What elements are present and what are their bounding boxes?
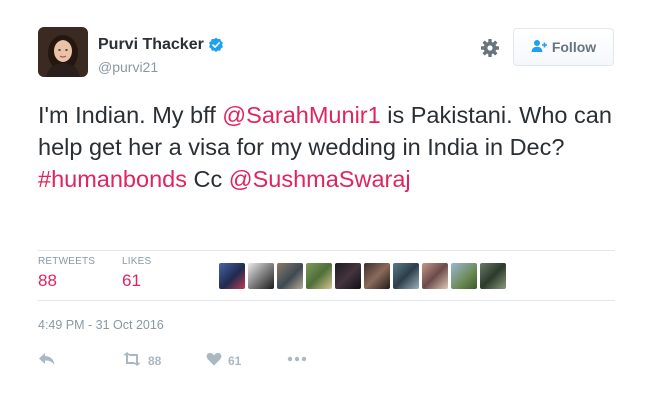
timestamp[interactable]: 4:49 PM - 31 Oct 2016 [38,318,164,332]
reply-button[interactable] [38,352,56,369]
retweet-count: 88 [148,353,162,368]
hashtag-link[interactable]: #humanbonds [38,166,187,192]
tweet-text-part: Cc [186,166,229,192]
liker-avatar[interactable] [480,263,506,289]
likes-label: LIKES [122,256,152,267]
liker-avatar[interactable] [393,263,419,289]
liker-avatar[interactable] [219,263,245,289]
reply-icon [38,352,56,369]
verified-badge-icon [208,37,224,53]
retweet-button[interactable]: 88 [122,352,161,369]
user-handle[interactable]: @purvi21 [98,59,158,75]
like-count: 61 [228,353,242,368]
mention-link[interactable]: @SarahMunir1 [222,102,380,128]
gear-icon[interactable] [480,38,500,58]
user-name[interactable]: Purvi Thacker [98,36,224,54]
heart-icon [206,352,222,369]
follow-button[interactable]: Follow [513,28,614,66]
tweet-text-part: I'm Indian. My bff [38,102,223,128]
divider [38,250,615,251]
tweet-card: Purvi Thacker @purvi21 Follow I'm Indian… [0,0,647,404]
liker-avatar[interactable] [306,263,332,289]
like-button[interactable]: 61 [206,352,241,369]
retweets-count: 88 [38,271,57,290]
more-icon [287,352,307,369]
follow-label: Follow [551,39,597,55]
liker-avatar[interactable] [277,263,303,289]
retweet-icon [122,352,142,369]
tweet-text: I'm Indian. My bff @SarahMunir1 is Pakis… [38,99,618,195]
likes-count: 61 [122,271,141,290]
likes-stat[interactable]: LIKES 61 [122,256,151,291]
add-user-icon [531,39,547,56]
liker-avatar[interactable] [422,263,448,289]
retweets-label: RETWEETS [38,256,96,267]
liker-avatar[interactable] [364,263,390,289]
user-name-text[interactable]: Purvi Thacker [98,36,204,54]
liker-avatar[interactable] [451,263,477,289]
mention-link[interactable]: @SushmaSwaraj [229,166,411,192]
retweets-stat[interactable]: RETWEETS 88 [38,256,95,291]
liker-avatar[interactable] [335,263,361,289]
more-button[interactable] [287,352,307,369]
avatar[interactable] [38,27,88,77]
liker-avatars [219,263,506,289]
divider [38,300,615,301]
liker-avatar[interactable] [248,263,274,289]
